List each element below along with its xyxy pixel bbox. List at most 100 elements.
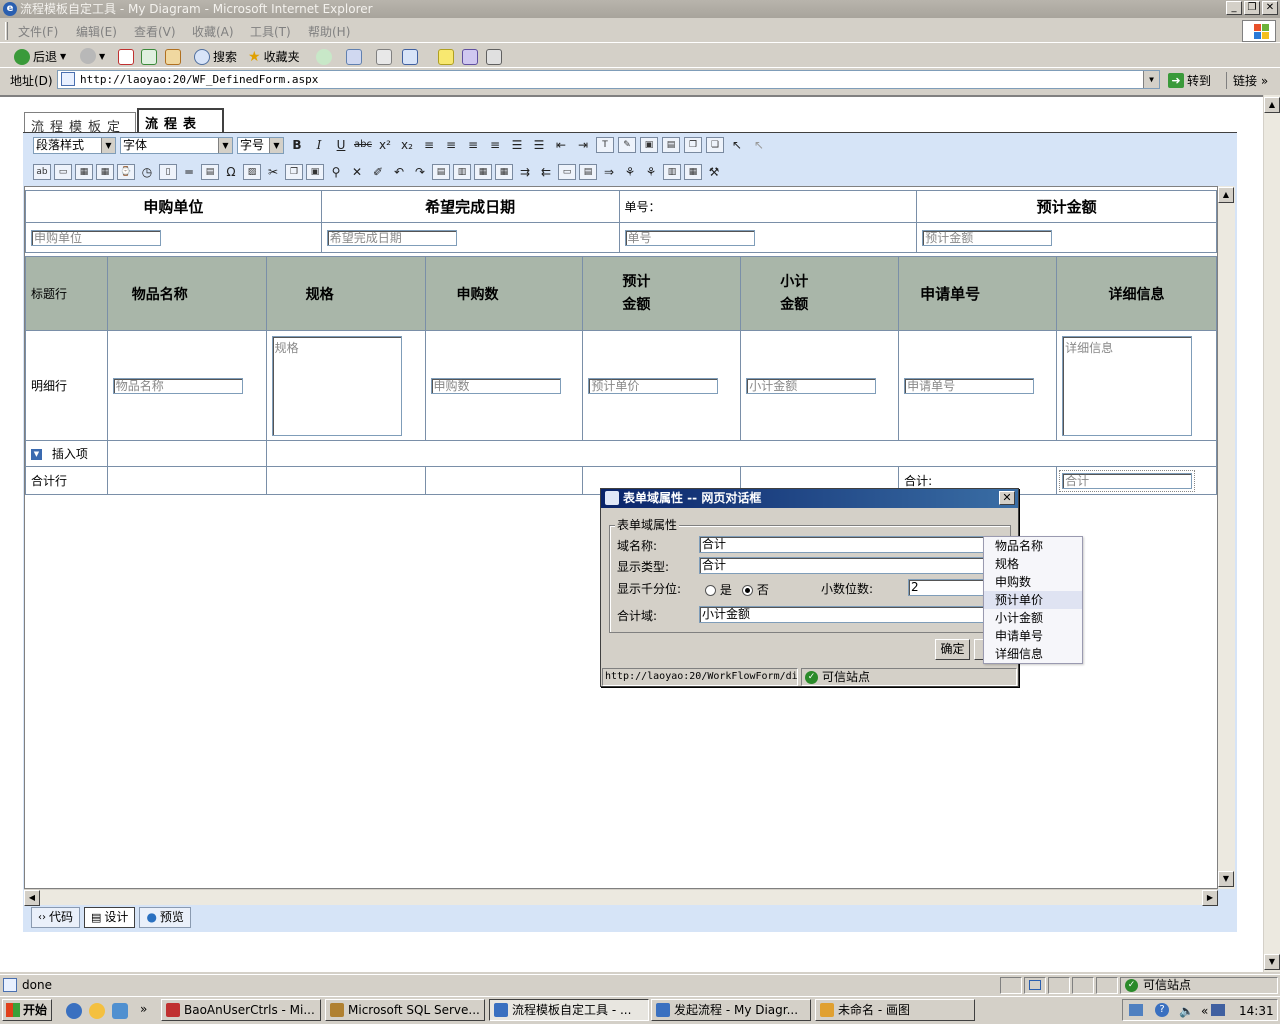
col-quantity[interactable]: 申购数 [424, 256, 584, 331]
history-icon[interactable] [346, 49, 362, 65]
preview-mode-button[interactable]: ● 预览 [139, 907, 191, 928]
outdent-icon[interactable]: ⇤ [552, 136, 570, 154]
window-title-bar[interactable]: e 流程模板自定工具 - My Diagram - Microsoft Inte… [0, 0, 1280, 18]
find-icon[interactable]: ⚲ [327, 163, 345, 181]
row-props-icon[interactable]: ▤ [579, 164, 597, 180]
undo-icon[interactable]: ↶ [390, 163, 408, 181]
canvas-scroll-up[interactable]: ▲ [1218, 187, 1234, 203]
task-paint[interactable]: 未命名 - 画图 [815, 999, 975, 1021]
total-input[interactable]: 合计 [1059, 469, 1196, 492]
start-button[interactable]: 开始 [2, 999, 52, 1021]
header-cell-number[interactable]: 单号： [618, 190, 918, 223]
forward-button[interactable]: ▼ [80, 48, 105, 64]
background-color-icon[interactable]: ▣ [640, 137, 658, 153]
canvas-scroll-right[interactable]: ▶ [1202, 890, 1218, 906]
menu-tools[interactable]: 工具(T) [250, 23, 291, 40]
cut-icon[interactable]: ✂ [264, 163, 282, 181]
col-spec[interactable]: 规格 [265, 256, 426, 331]
quicklaunch-desktop-icon[interactable] [112, 1003, 128, 1019]
image-icon[interactable]: ▨ [243, 164, 261, 180]
subscript-button[interactable]: x₂ [398, 136, 416, 154]
messenger-icon[interactable] [486, 49, 502, 65]
header-cell-amount[interactable]: 预计金额 [916, 190, 1217, 223]
radio-no[interactable] [742, 585, 753, 596]
dialog-close-button[interactable]: ✕ [999, 491, 1015, 505]
clock-icon[interactable]: ◷ [138, 163, 156, 181]
dropdown-option[interactable]: 申购数 [984, 573, 1082, 591]
task-baoan[interactable]: BaoAnUserCtrls - Mi... [161, 999, 321, 1021]
help-icon[interactable]: ? [1155, 1003, 1169, 1017]
total-row-label[interactable]: 合计行 [25, 466, 108, 495]
minimize-button[interactable]: _ [1226, 1, 1242, 15]
number-input[interactable]: 单号 [624, 229, 755, 246]
header-cell-unit[interactable]: 申购单位 [25, 190, 322, 223]
merge-icon[interactable]: ▦ [474, 164, 492, 180]
pointer-icon[interactable]: ↖ [728, 136, 746, 154]
superscript-button[interactable]: x² [376, 136, 394, 154]
toolbar-grip[interactable] [5, 22, 8, 40]
col-est-amount[interactable]: 预计 金额 [582, 256, 742, 331]
insert-item-cell[interactable]: ▼ 插入项 [25, 440, 108, 467]
header-cell-date[interactable]: 希望完成日期 [320, 190, 620, 223]
field-name-input[interactable]: 合计 [699, 536, 989, 553]
strikethrough-button[interactable]: abc [354, 136, 372, 154]
scroll-up-button[interactable]: ▲ [1264, 97, 1280, 113]
copy-style-icon[interactable]: ❐ [684, 137, 702, 153]
wrap-icon[interactable]: ⇒ [600, 163, 618, 181]
menu-view[interactable]: 查看(V) [134, 23, 176, 40]
tray-expand[interactable]: « [1201, 1001, 1208, 1021]
detail-row-label[interactable]: 明细行 [25, 330, 108, 441]
justify-icon[interactable]: ≡ [486, 136, 504, 154]
table-properties-icon[interactable]: ▤ [662, 137, 680, 153]
page-vertical-scrollbar[interactable]: ▲ ▼ [1263, 95, 1280, 972]
tree-icon[interactable]: ⚘ [621, 163, 639, 181]
scroll-down-button[interactable]: ▼ [1264, 954, 1280, 970]
split-row-icon[interactable]: ⇉ [516, 163, 534, 181]
total-field-dropdown-list[interactable]: 物品名称 规格 申购数 预计单价 小计金额 申请单号 详细信息 [983, 536, 1083, 664]
text-color-icon[interactable]: T [596, 137, 614, 153]
clock[interactable]: 14:31 [1239, 1001, 1274, 1021]
ordered-list-icon[interactable]: ☰ [508, 136, 526, 154]
dropdown-option-highlighted[interactable]: 预计单价 [984, 591, 1082, 609]
list-grid-icon[interactable]: ▥ [663, 164, 681, 180]
date-input[interactable]: 希望完成日期 [326, 229, 457, 246]
unordered-list-icon[interactable]: ☰ [530, 136, 548, 154]
details-textarea[interactable]: 详细信息 [1062, 336, 1193, 436]
dropdown-option[interactable]: 物品名称 [984, 537, 1082, 555]
insert-row-icon[interactable]: ▤ [432, 164, 450, 180]
mail-icon[interactable] [376, 49, 392, 65]
quicklaunch-more[interactable]: » [140, 1002, 147, 1016]
links-button[interactable]: 链接 » [1226, 72, 1268, 89]
menu-help[interactable]: 帮助(H) [308, 23, 350, 40]
address-input[interactable]: http://laoyao:20/WF_DefinedForm.aspx ▼ [57, 70, 1160, 89]
favorites-button[interactable]: ★ 收藏夹 [248, 48, 300, 65]
col-details[interactable]: 详细信息 [1056, 256, 1217, 331]
table-edit-icon[interactable]: ▦ [684, 164, 702, 180]
select-icon[interactable]: ↖ [750, 136, 768, 154]
menu-file[interactable]: 文件(F) [18, 23, 58, 40]
highlight-icon[interactable]: ✎ [618, 137, 636, 153]
quicklaunch-outlook-icon[interactable] [89, 1003, 105, 1019]
print-icon[interactable] [402, 49, 418, 65]
task-start-process[interactable]: 发起流程 - My Diagr... [651, 999, 811, 1021]
radio-yes[interactable] [705, 585, 716, 596]
media-icon[interactable] [316, 49, 332, 65]
close-button[interactable]: ✕ [1262, 1, 1278, 15]
paste-style-icon[interactable]: ❏ [706, 137, 724, 153]
special-char-icon[interactable]: Ω [222, 163, 240, 181]
grid-icon[interactable]: ▦ [75, 164, 93, 180]
unit-input[interactable]: 申购单位 [31, 229, 161, 246]
decimals-input[interactable]: 2 [908, 579, 988, 596]
paragraph-style-select[interactable]: 段落样式 ▼ [33, 136, 116, 154]
item-name-input[interactable]: 物品名称 [112, 377, 243, 394]
split-column-icon[interactable]: ⇇ [537, 163, 555, 181]
tray-app-icon[interactable] [1211, 1004, 1225, 1016]
table-grid-icon[interactable]: ▦ [495, 164, 513, 180]
canvas-scroll-left[interactable]: ◀ [24, 890, 40, 906]
redo-icon[interactable]: ↷ [411, 163, 429, 181]
design-mode-button[interactable]: ▤ 设计 [84, 907, 136, 928]
request-no-input[interactable]: 申请单号 [904, 377, 1035, 394]
volume-icon[interactable]: 🔈 [1179, 1001, 1194, 1021]
align-right-icon[interactable]: ≡ [464, 136, 482, 154]
network-icon[interactable] [1129, 1004, 1143, 1016]
